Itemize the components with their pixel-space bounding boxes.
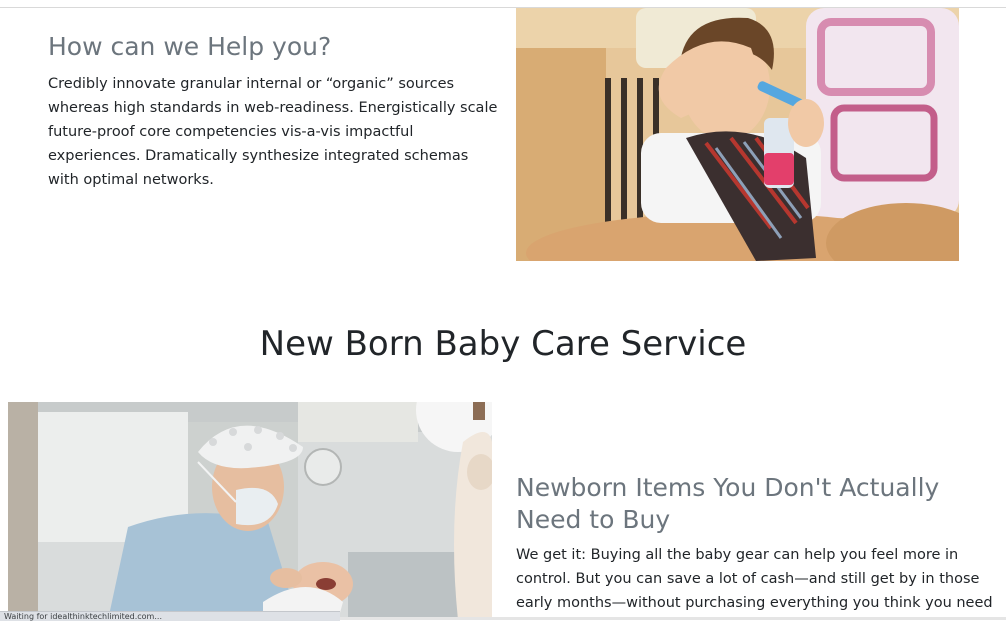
help-section-text: Credibly innovate granular internal or “…: [48, 76, 498, 188]
newborn-doctor-photo: [8, 402, 492, 620]
newborn-items-title: Newborn Items You Don't Actually Need to…: [516, 473, 940, 534]
browser-top-edge: [0, 0, 1006, 8]
help-section-title: How can we Help you?: [48, 32, 332, 61]
newborn-items-text: We get it: Buying all the baby gear can …: [516, 547, 993, 611]
baby-care-section-title: New Born Baby Care Service: [259, 324, 747, 364]
sick-child-photo: [516, 8, 959, 261]
